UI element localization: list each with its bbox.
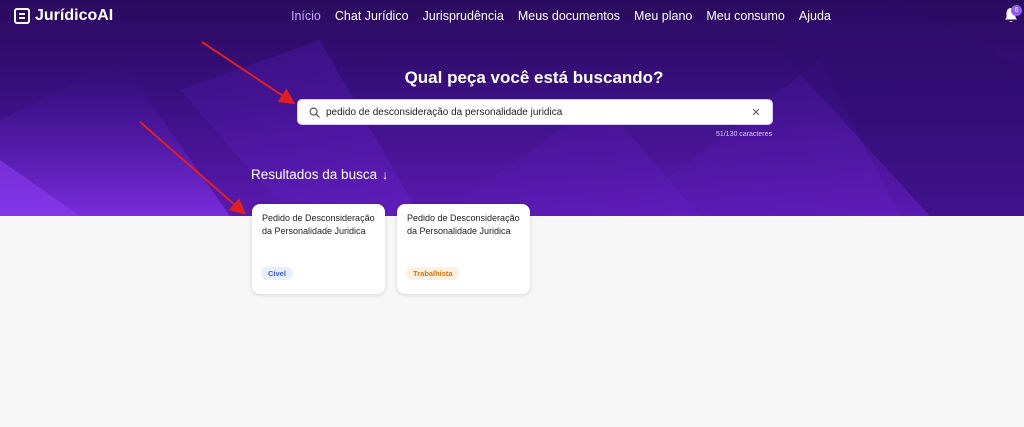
- search-icon: [302, 100, 326, 124]
- result-card[interactable]: Pedido de Desconsideração da Personalida…: [252, 204, 385, 294]
- document-icon: [14, 8, 30, 24]
- search-input[interactable]: [326, 102, 744, 122]
- close-icon[interactable]: ✕: [744, 100, 768, 124]
- logo-text: JurídicoAI: [35, 7, 114, 24]
- top-navigation-bar: JurídicoAI Início Chat Jurídico Jurispru…: [0, 0, 1024, 34]
- nav-item-meu-plano[interactable]: Meu plano: [634, 9, 692, 23]
- nav-item-meu-consumo[interactable]: Meu consumo: [706, 9, 785, 23]
- result-card-title: Pedido de Desconsideração da Personalida…: [262, 213, 375, 236]
- hero-banner: JurídicoAI Início Chat Jurídico Jurispru…: [0, 0, 1024, 216]
- arrow-down-icon: ↓: [382, 167, 389, 182]
- nav-item-ajuda[interactable]: Ajuda: [799, 9, 831, 23]
- category-badge: Cível: [261, 267, 293, 280]
- category-badge: Trabalhista: [406, 267, 460, 280]
- nav-item-jurisprudencia[interactable]: Jurisprudência: [423, 9, 504, 23]
- results-heading: Resultados da busca ↓: [251, 167, 388, 182]
- notification-badge: 6: [1011, 5, 1022, 16]
- results-heading-text: Resultados da busca: [251, 167, 378, 182]
- result-card[interactable]: Pedido de Desconsideração da Personalida…: [397, 204, 530, 294]
- main-nav: Início Chat Jurídico Jurisprudência Meus…: [291, 9, 845, 23]
- app-logo[interactable]: JurídicoAI: [14, 6, 113, 26]
- nav-item-chat-juridico[interactable]: Chat Jurídico: [335, 9, 409, 23]
- result-card-title: Pedido de Desconsideração da Personalida…: [407, 213, 520, 236]
- search-bar: ✕: [298, 100, 772, 124]
- character-counter: 51/130 caracteres: [715, 131, 772, 138]
- page-headline: Qual peça você está buscando?: [404, 68, 664, 87]
- nav-item-inicio[interactable]: Início: [291, 9, 321, 23]
- nav-item-meus-documentos[interactable]: Meus documentos: [518, 9, 620, 23]
